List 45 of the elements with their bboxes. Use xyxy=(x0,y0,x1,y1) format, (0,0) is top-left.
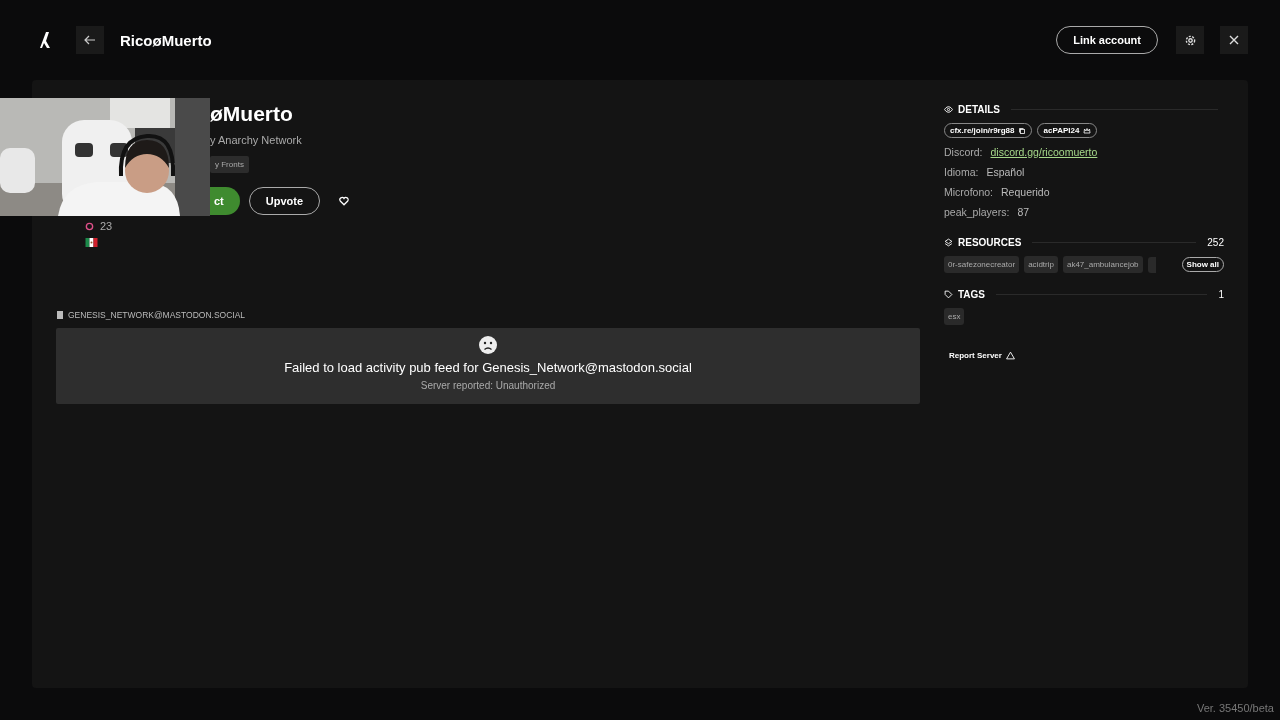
tags-count: 1 xyxy=(1218,288,1224,300)
tag-icon xyxy=(944,289,953,299)
version-label: Ver. 35450/beta xyxy=(1196,702,1274,714)
player-count: 23 xyxy=(85,220,113,232)
close-button[interactable] xyxy=(1220,26,1248,54)
error-message: Failed to load activity pub feed for Genesis_Network@mastodon.social xyxy=(284,360,692,375)
discord-link[interactable]: discord.gg/ricoomuerto xyxy=(990,146,1098,158)
field-label: Discord: xyxy=(944,146,983,158)
settings-button[interactable] xyxy=(1176,26,1204,54)
resource-chip: acidtrip xyxy=(1024,256,1058,273)
heart-icon xyxy=(339,196,350,206)
field-value: Español xyxy=(986,166,1025,178)
eye-icon xyxy=(944,104,953,114)
player-icon xyxy=(85,221,94,231)
back-button[interactable] xyxy=(76,26,104,54)
server-title: øMuerto xyxy=(210,102,294,127)
field-value: Requerido xyxy=(1001,186,1050,198)
tag-chip: esx xyxy=(944,308,965,325)
field-label: Microfono: xyxy=(944,186,994,198)
error-reason: Server reported: Unauthorized xyxy=(420,380,556,391)
layers-icon xyxy=(944,237,953,247)
tags-heading: TAGS xyxy=(958,288,986,300)
field-label: peak_players: xyxy=(944,206,1010,218)
settings-icon xyxy=(1184,34,1196,46)
details-heading: DETAILS xyxy=(958,103,1001,115)
crown-icon xyxy=(1083,126,1092,135)
field-value: 87 xyxy=(1017,206,1030,218)
page-title: RicoøMuerto xyxy=(120,31,212,49)
close-icon xyxy=(1229,35,1239,45)
resource-chip: 0r-safezonecreator xyxy=(944,256,1020,273)
field-label: Idioma: xyxy=(944,166,979,178)
sad-face-icon xyxy=(479,336,497,354)
report-server-button[interactable]: Report Server xyxy=(944,351,1020,360)
server-tag: y Fronts xyxy=(210,156,249,173)
back-arrow-icon xyxy=(84,34,96,46)
resource-chip: ak47_ambulancejob xyxy=(1062,256,1143,273)
server-owner: y Anarchy Network xyxy=(210,134,303,146)
feed-label: GENESIS_NETWORK@MASTODON.SOCIAL xyxy=(56,310,920,320)
warning-icon xyxy=(1005,351,1015,360)
resources-count: 252 xyxy=(1207,236,1224,248)
copy-icon xyxy=(1018,126,1027,135)
flag-icon xyxy=(85,238,98,247)
connect-button[interactable]: ct xyxy=(210,187,240,215)
resources-heading: RESOURCES xyxy=(958,236,1022,248)
document-icon xyxy=(56,311,64,319)
